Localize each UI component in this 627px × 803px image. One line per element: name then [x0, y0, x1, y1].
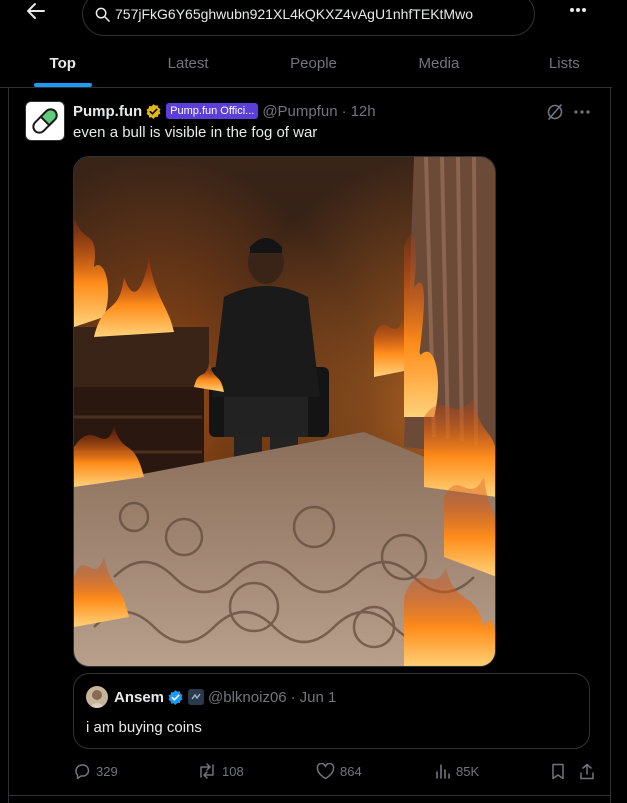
top-bar — [0, 0, 627, 40]
back-button[interactable] — [22, 0, 50, 22]
search-icon — [95, 6, 111, 22]
quoted-timestamp[interactable]: Jun 1 — [300, 689, 337, 706]
tweet-media-image[interactable] — [73, 156, 496, 667]
photo-illustration — [74, 157, 495, 666]
tab-lists[interactable]: Lists — [502, 40, 627, 87]
like-count: 864 — [340, 763, 362, 779]
tab-label: People — [290, 55, 337, 72]
repost-count: 108 — [222, 763, 244, 779]
quoted-tweet[interactable]: Ansem @blknoiz06 · Jun 1 i am buying coi… — [73, 673, 590, 749]
avatar-image — [86, 686, 108, 708]
grok-icon — [547, 104, 563, 120]
grok-button[interactable] — [546, 103, 564, 121]
tweet-actions: 329 108 864 85K — [73, 761, 594, 781]
handle[interactable]: @Pumpfun — [262, 103, 337, 120]
arrow-left-icon — [27, 3, 45, 19]
tweet-text: even a bull is visible in the fog of war — [73, 124, 318, 141]
repost-button[interactable]: 108 — [197, 761, 244, 781]
affiliation-badge-icon[interactable] — [188, 689, 205, 705]
search-input[interactable] — [115, 6, 515, 22]
pill-logo-icon — [32, 108, 58, 134]
heart-icon — [316, 762, 335, 779]
quoted-avatar[interactable] — [86, 686, 108, 708]
scrollbar-track[interactable] — [612, 0, 627, 803]
tweet-separator — [8, 795, 611, 796]
more-horizontal-icon — [574, 110, 590, 114]
separator-dot: · — [341, 102, 347, 120]
views-button[interactable]: 85K — [435, 761, 479, 781]
affiliation-badge[interactable]: Pump.fun Offici... — [166, 103, 259, 119]
view-count: 85K — [456, 763, 480, 779]
share-button[interactable] — [579, 761, 600, 781]
quoted-text: i am buying coins — [86, 719, 202, 736]
tab-label: Media — [418, 55, 460, 72]
tab-media[interactable]: Media — [376, 40, 501, 87]
repost-icon — [200, 763, 214, 779]
quoted-header: Ansem @blknoiz06 · Jun 1 — [114, 687, 336, 707]
avatar[interactable] — [25, 101, 65, 141]
tab-people[interactable]: People — [251, 40, 376, 87]
tab-label: Top — [49, 55, 76, 72]
active-tab-indicator — [33, 83, 92, 87]
tab-label: Latest — [167, 55, 209, 72]
tweet-header: Pump.fun Pump.fun Offici... @Pumpfun · 1… — [73, 101, 376, 121]
search-tabs: Top Latest People Media Lists — [0, 40, 627, 88]
display-name[interactable]: Pump.fun — [73, 103, 142, 120]
verified-blue-icon — [167, 689, 184, 706]
reply-icon — [75, 764, 90, 780]
tweet-more-button[interactable] — [572, 103, 592, 121]
verified-gold-icon — [145, 103, 162, 120]
reply-button[interactable]: 329 — [73, 761, 118, 781]
bookmark-button[interactable] — [551, 761, 570, 781]
share-icon — [580, 763, 594, 779]
quoted-handle[interactable]: @blknoiz06 — [208, 689, 287, 706]
column-border-right — [610, 88, 611, 803]
views-chart-icon — [436, 764, 450, 779]
separator-dot: · — [290, 688, 296, 706]
more-options-button[interactable] — [565, 0, 591, 20]
tab-latest[interactable]: Latest — [125, 40, 250, 87]
like-button[interactable]: 864 — [316, 761, 362, 781]
more-horizontal-icon — [570, 8, 586, 12]
quoted-display-name[interactable]: Ansem — [114, 689, 164, 706]
bookmark-icon — [552, 763, 564, 779]
search-box[interactable] — [82, 0, 535, 36]
timestamp[interactable]: 12h — [351, 103, 376, 120]
tweet[interactable]: Pump.fun Pump.fun Offici... @Pumpfun · 1… — [9, 89, 610, 801]
tab-top[interactable]: Top — [0, 40, 125, 87]
reply-count: 329 — [96, 763, 118, 779]
tab-label: Lists — [548, 55, 580, 72]
